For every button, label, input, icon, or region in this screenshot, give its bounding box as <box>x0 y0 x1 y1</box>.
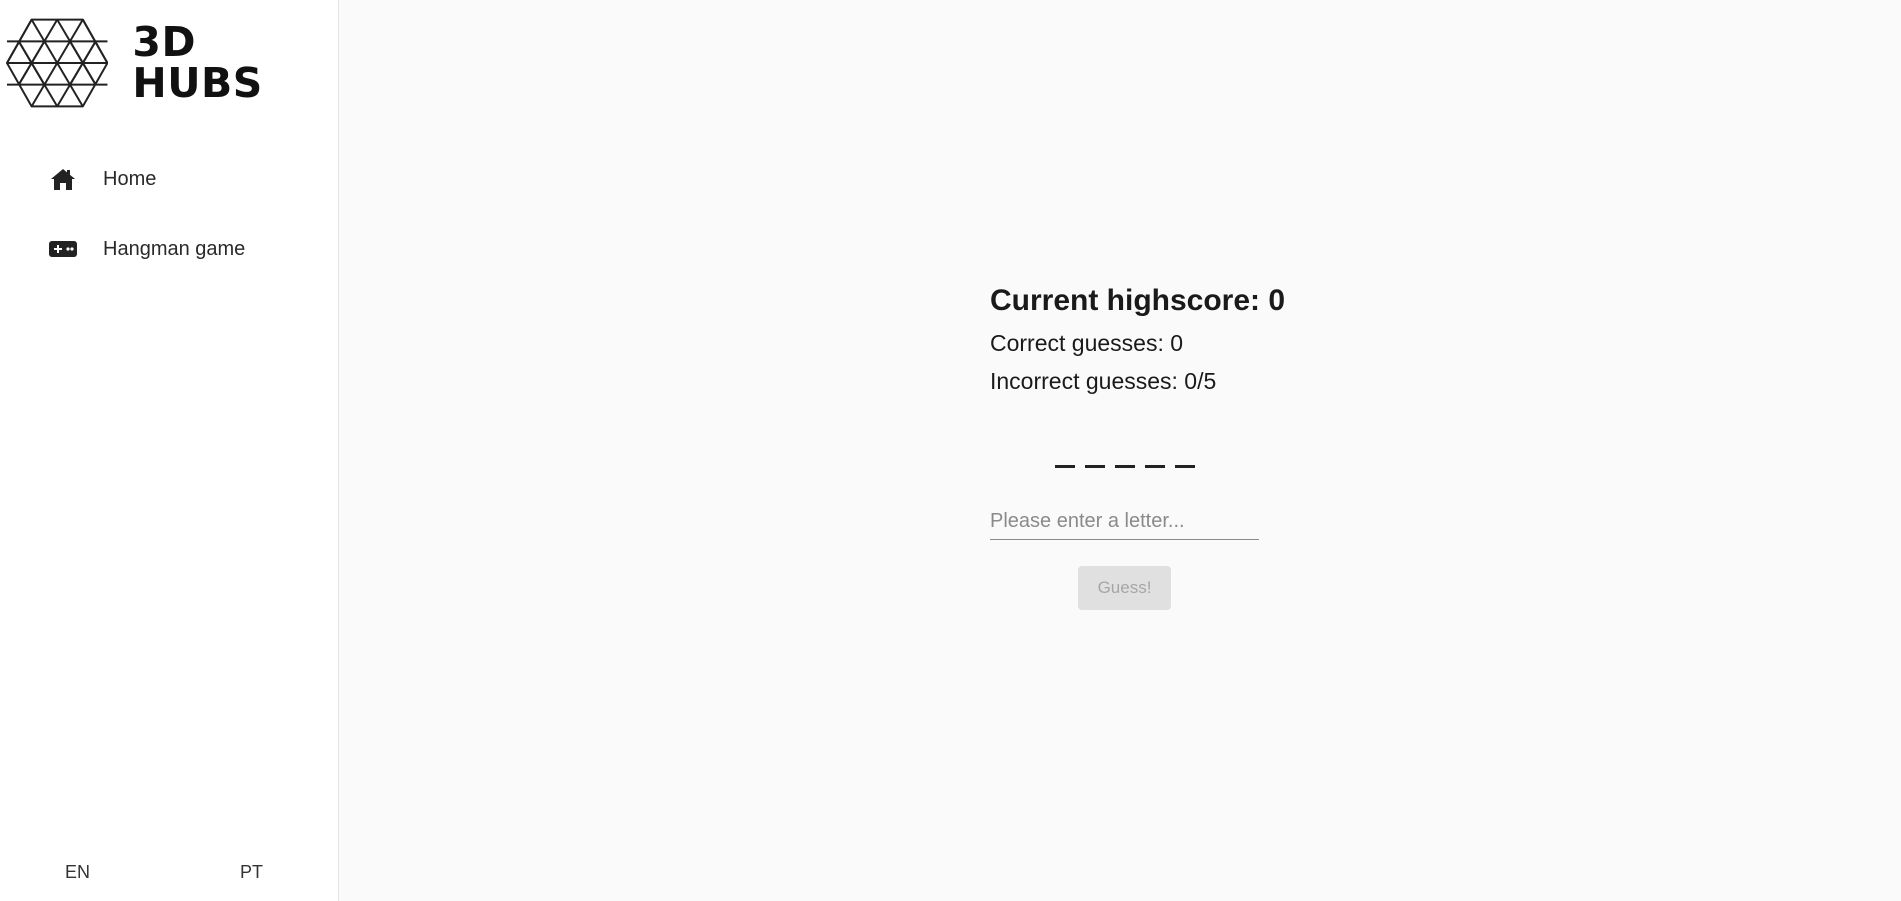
main-content: Current highscore: 0 Correct guesses: 0 … <box>340 0 1901 901</box>
sidebar-nav: Home Hangman game <box>0 150 338 290</box>
sidebar-item-hangman-game[interactable]: Hangman game <box>0 220 338 278</box>
letter-slot <box>1054 465 1075 468</box>
sidebar-item-home[interactable]: Home <box>0 150 338 208</box>
language-en-button[interactable]: EN <box>65 857 90 887</box>
highscore-heading: Current highscore: 0 <box>990 284 1286 317</box>
sidebar-item-label: Home <box>103 167 157 190</box>
language-switcher: EN PT <box>0 857 338 887</box>
hidden-word <box>990 438 1259 468</box>
incorrect-guesses-text: Incorrect guesses: 0/5 <box>990 368 1217 394</box>
letter-slot <box>1174 465 1195 468</box>
brand-name: 3D HUBS <box>132 18 263 107</box>
letter-slot <box>1084 465 1105 468</box>
hexagon-grid-logo-icon <box>6 18 109 108</box>
hangman-game-panel: Current highscore: 0 Correct guesses: 0 … <box>990 282 1286 610</box>
gamepad-icon <box>48 234 78 264</box>
sidebar: 3D HUBS Home Hangman game EN PT <box>0 0 339 901</box>
letter-slot <box>1114 465 1135 468</box>
letter-slot <box>1144 465 1165 468</box>
home-icon <box>48 164 78 194</box>
sidebar-item-label: Hangman game <box>103 237 246 260</box>
app-root: 3D HUBS Home Hangman game EN PT Current … <box>0 0 1901 901</box>
brand-logo[interactable]: 3D HUBS <box>6 18 338 108</box>
language-pt-button[interactable]: PT <box>240 857 263 887</box>
guess-button[interactable]: Guess! <box>1078 566 1171 610</box>
correct-guesses-text: Correct guesses: 0 <box>990 330 1184 356</box>
letter-input[interactable] <box>990 504 1259 540</box>
